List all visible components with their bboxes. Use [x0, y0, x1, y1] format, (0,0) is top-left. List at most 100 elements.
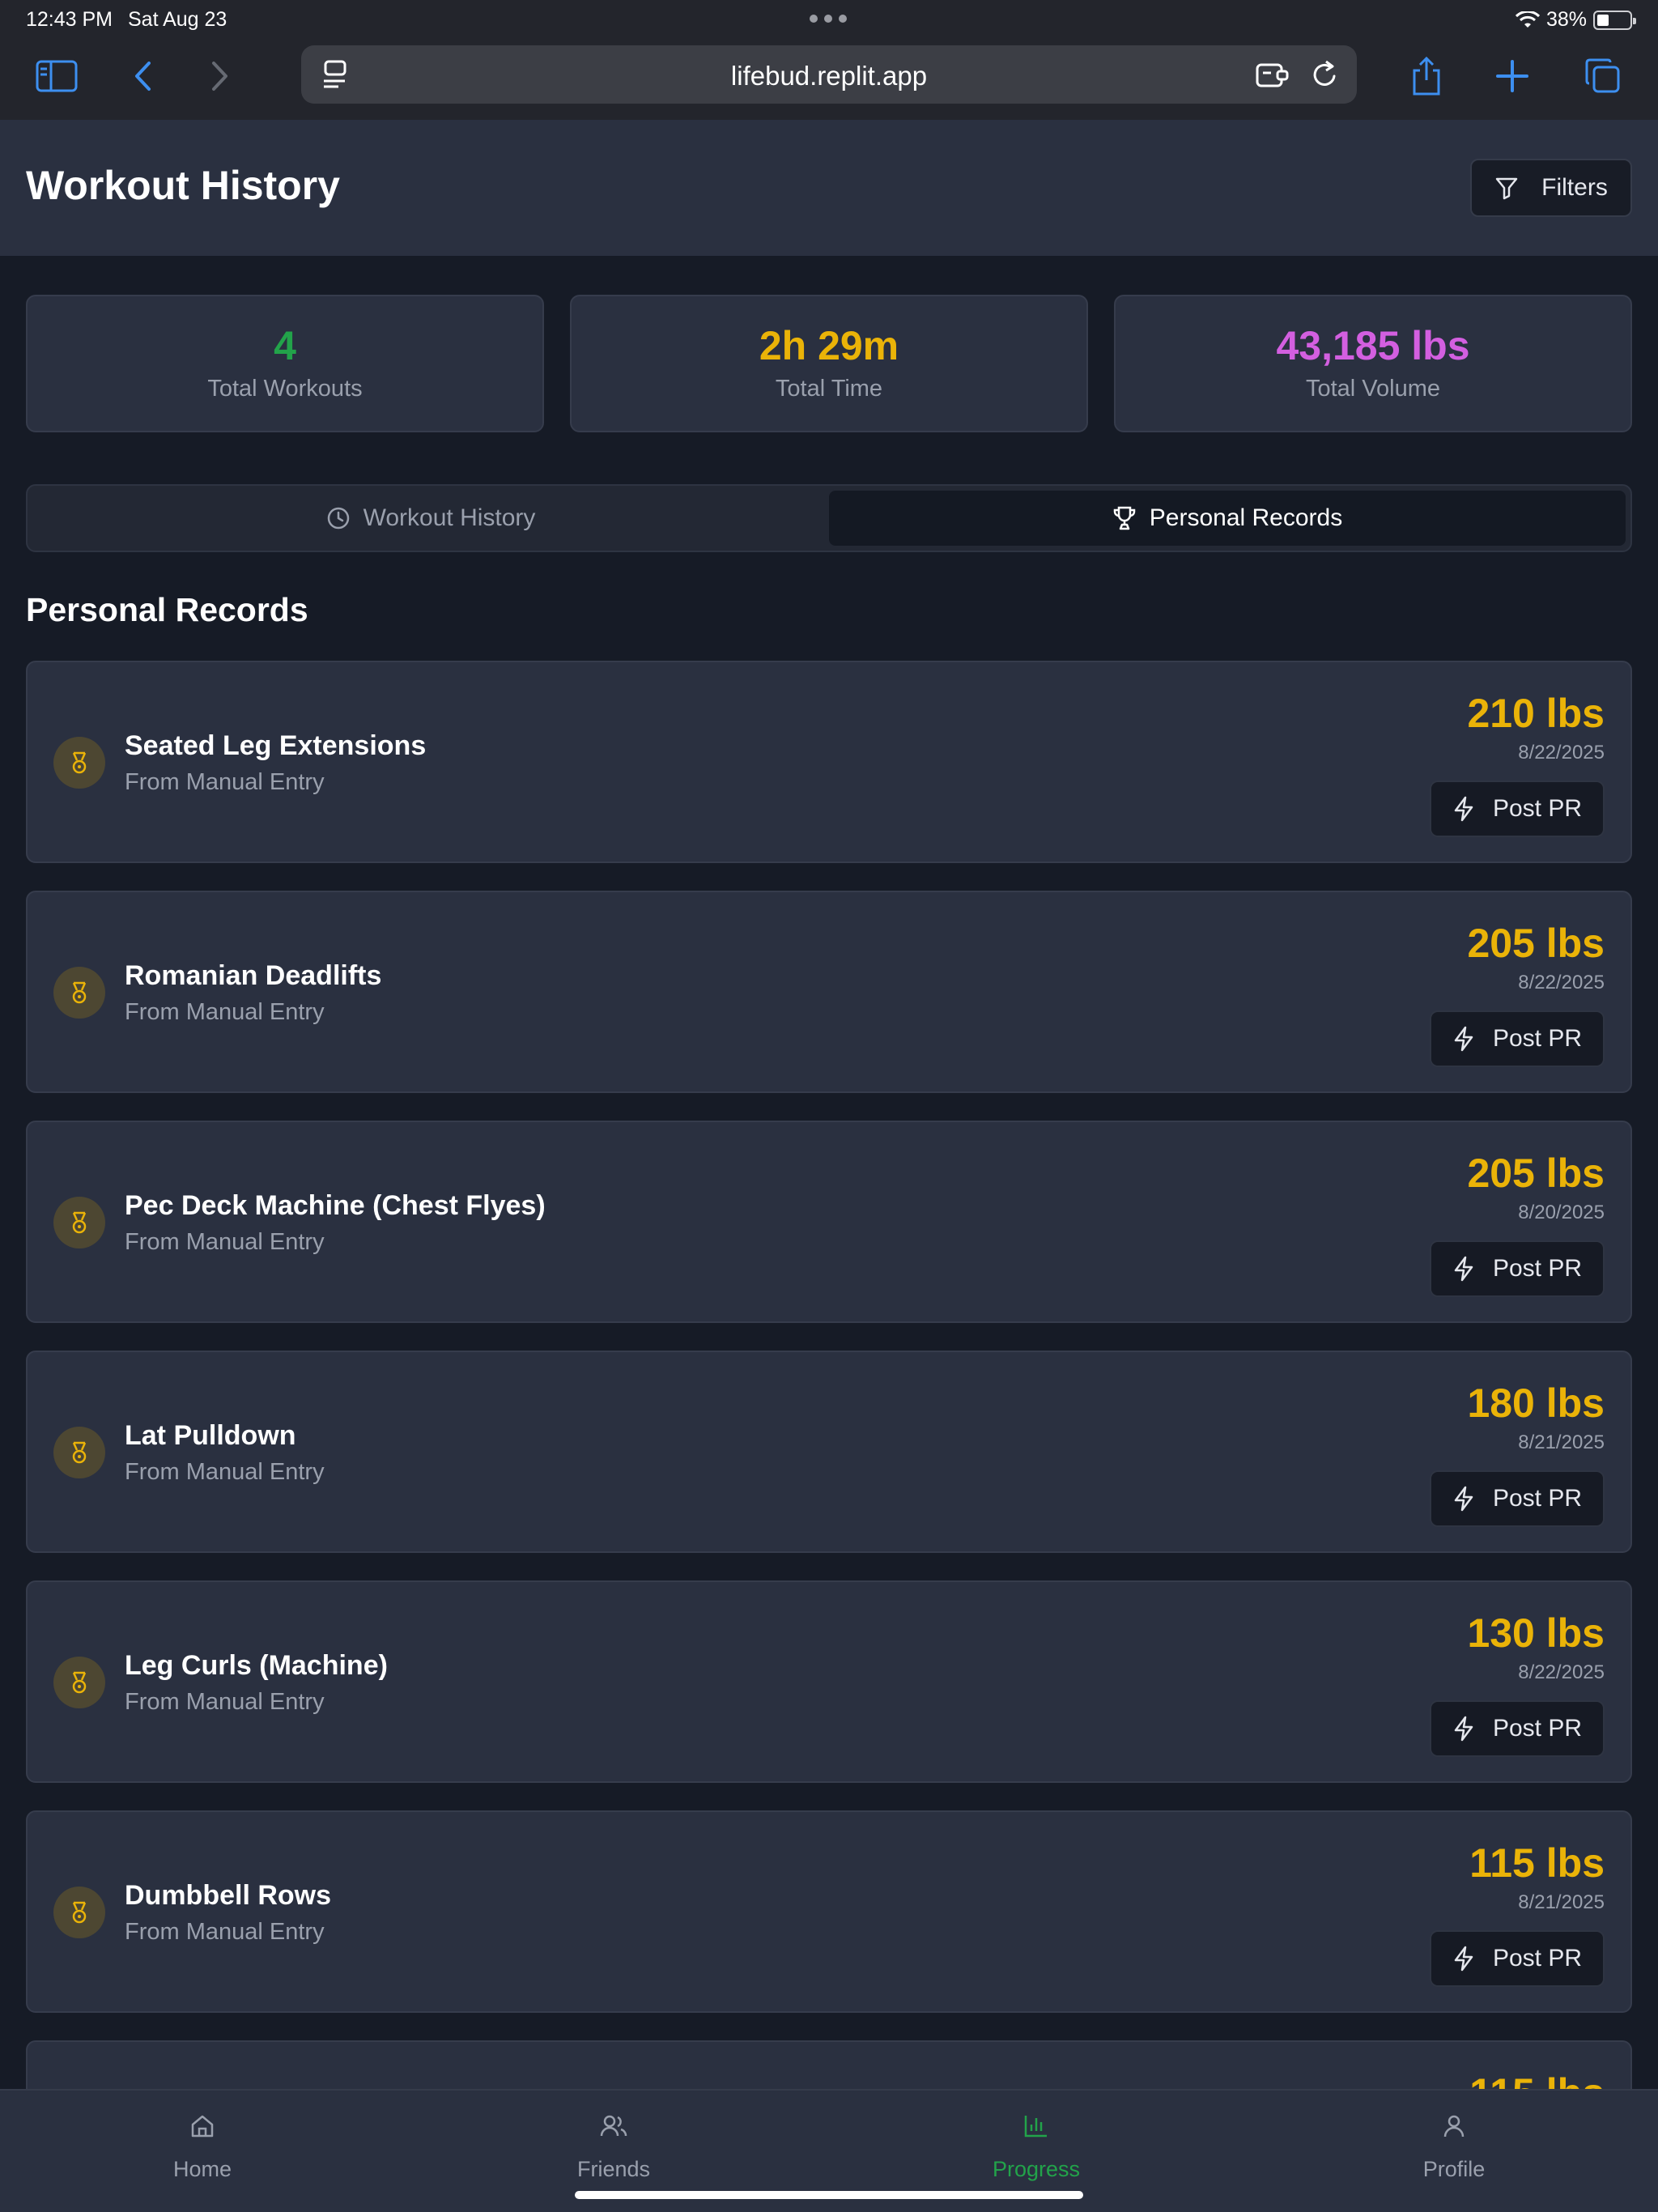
nav-label: Profile [1422, 2157, 1486, 2181]
lightning-icon [1452, 1026, 1475, 1052]
tab-personal-records[interactable]: Personal Records [829, 491, 1626, 546]
stat-label: Total Workouts [207, 376, 363, 402]
medal-icon [53, 1197, 105, 1249]
post-pr-label: Post PR [1492, 1255, 1583, 1282]
home-icon [189, 2113, 215, 2139]
status-time: 12:43 PM [26, 8, 113, 31]
user-icon [1441, 2113, 1467, 2139]
record-source: From Manual Entry [125, 1919, 325, 1945]
tab-workout-history[interactable]: Workout History [32, 491, 829, 546]
nav-label: Home [172, 2157, 232, 2181]
record-weight: 205 lbs [1467, 921, 1605, 966]
record-date: 8/20/2025 [1518, 1202, 1605, 1223]
record-card[interactable]: Dumbbell Rows From Manual Entry 115 lbs … [26, 1810, 1632, 2013]
record-date: 8/22/2025 [1518, 742, 1605, 764]
post-pr-button[interactable]: Post PR [1430, 1010, 1605, 1067]
record-exercise-name: Pec Deck Machine (Chest Flyes) [125, 1190, 546, 1221]
new-tab-icon[interactable] [1488, 52, 1537, 100]
lightning-icon [1452, 796, 1475, 822]
address-bar[interactable]: lifebud.replit.app [301, 45, 1357, 104]
post-pr-button[interactable]: Post PR [1430, 1700, 1605, 1757]
filters-label: Filters [1541, 174, 1608, 201]
record-card[interactable]: Pec Deck Machine (Chest Flyes) From Manu… [26, 1121, 1632, 1323]
post-pr-label: Post PR [1492, 1945, 1583, 1972]
medal-icon [53, 1657, 105, 1708]
post-pr-button[interactable]: Post PR [1430, 1470, 1605, 1527]
reload-icon[interactable] [1310, 58, 1339, 91]
post-pr-button[interactable]: Post PR [1430, 781, 1605, 837]
battery-icon [1593, 10, 1636, 30]
record-date: 8/22/2025 [1518, 972, 1605, 993]
lightning-icon [1452, 1716, 1475, 1742]
post-pr-label: Post PR [1492, 1025, 1583, 1052]
nav-item-profile[interactable]: Profile [1357, 2113, 1551, 2182]
record-exercise-name: Leg Curls (Machine) [125, 1650, 388, 1681]
record-weight: 180 lbs [1467, 1380, 1605, 1426]
record-exercise-name: Romanian Deadlifts [125, 960, 382, 991]
record-weight: 210 lbs [1467, 691, 1605, 736]
bar-chart-icon [1023, 2113, 1049, 2139]
section-title: Personal Records [26, 591, 308, 628]
record-source: From Manual Entry [125, 1229, 325, 1255]
status-right: 38% [1515, 8, 1636, 32]
medal-icon [53, 1887, 105, 1938]
nav-label: Friends [576, 2157, 651, 2181]
post-pr-label: Post PR [1492, 795, 1583, 822]
lightning-icon [1452, 1256, 1475, 1282]
back-icon[interactable] [118, 52, 167, 100]
record-date: 8/21/2025 [1518, 1891, 1605, 1913]
stat-value: 43,185 lbs [1276, 323, 1470, 368]
record-exercise-name: Seated Leg Extensions [125, 730, 427, 761]
record-weight: 115 lbs [1469, 1840, 1605, 1886]
filter-icon [1494, 176, 1519, 200]
record-weight: 130 lbs [1467, 1610, 1605, 1656]
stat-card-total-volume: 43,185 lbs Total Volume [1114, 295, 1632, 432]
stat-label: Total Volume [1305, 376, 1441, 402]
nav-label: Progress [992, 2157, 1081, 2181]
stat-value: 2h 29m [759, 323, 899, 368]
forward-icon[interactable] [196, 52, 244, 100]
nav-item-progress[interactable]: Progress [939, 2113, 1133, 2182]
record-card[interactable]: Lat Pulldown From Manual Entry 180 lbs 8… [26, 1351, 1632, 1553]
stat-card-total-time: 2h 29m Total Time [570, 295, 1088, 432]
record-card[interactable]: Seated Leg Extensions From Manual Entry … [26, 661, 1632, 863]
friends-icon [600, 2113, 627, 2139]
multitasking-dots-icon[interactable] [810, 15, 847, 23]
record-source: From Manual Entry [125, 999, 325, 1025]
stat-label: Total Time [775, 376, 883, 402]
record-source: From Manual Entry [125, 769, 325, 795]
record-weight: 205 lbs [1467, 1151, 1605, 1196]
browser-toolbar: lifebud.replit.app [0, 39, 1658, 120]
post-pr-button[interactable]: Post PR [1430, 1240, 1605, 1297]
status-bar: 12:43 PM Sat Aug 23 38% [0, 0, 1658, 39]
record-card[interactable]: Romanian Deadlifts From Manual Entry 205… [26, 891, 1632, 1093]
lightning-icon [1452, 1946, 1475, 1972]
tabs-overview-icon[interactable] [1579, 52, 1627, 100]
extension-icon[interactable] [1255, 58, 1290, 91]
view-tabs: Workout History Personal Records [26, 484, 1632, 552]
tab-label: Workout History [363, 504, 536, 531]
nav-item-home[interactable]: Home [105, 2113, 300, 2182]
page-header: Workout History Filters [0, 120, 1658, 256]
url-text: lifebud.replit.app [730, 61, 928, 91]
share-icon[interactable] [1402, 52, 1451, 100]
post-pr-label: Post PR [1492, 1485, 1583, 1512]
clock-icon [326, 506, 351, 530]
home-indicator[interactable] [575, 2191, 1083, 2199]
stat-card-total-workouts: 4 Total Workouts [26, 295, 544, 432]
filters-button[interactable]: Filters [1470, 159, 1632, 217]
record-source: From Manual Entry [125, 1689, 325, 1715]
post-pr-button[interactable]: Post PR [1430, 1930, 1605, 1987]
trophy-icon [1112, 505, 1137, 531]
medal-icon [53, 737, 105, 789]
record-date: 8/21/2025 [1518, 1431, 1605, 1453]
record-exercise-name: Lat Pulldown [125, 1420, 296, 1451]
record-card[interactable]: Leg Curls (Machine) From Manual Entry 13… [26, 1580, 1632, 1783]
page-title: Workout History [26, 163, 340, 208]
nav-item-friends[interactable]: Friends [517, 2113, 711, 2182]
status-date: Sat Aug 23 [128, 8, 227, 31]
tab-label: Personal Records [1149, 504, 1343, 531]
sidebar-toggle-icon[interactable] [32, 52, 81, 100]
wifi-icon [1515, 11, 1540, 29]
medal-icon [53, 967, 105, 1019]
